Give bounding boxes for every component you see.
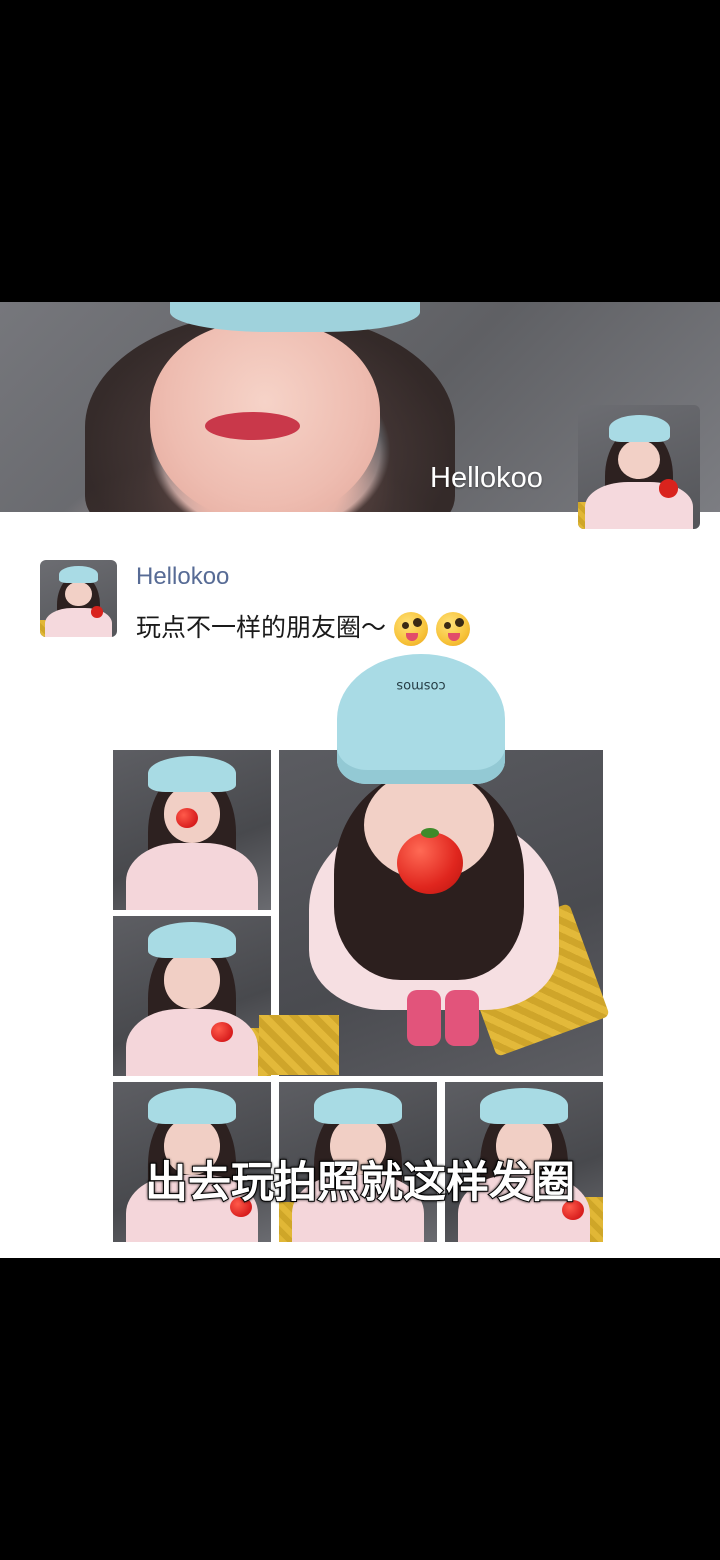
video-caption: 出去玩拍照就这样发圈	[144, 1157, 576, 1209]
shoe-icon	[407, 990, 441, 1046]
grid-photo-4[interactable]	[113, 916, 271, 1076]
tomato-icon	[397, 828, 463, 894]
featured-photo-cap	[337, 654, 505, 784]
cover-lips	[205, 412, 300, 440]
zany-face-emoji-icon	[436, 612, 471, 646]
post-author-name[interactable]: Hellokoo	[136, 563, 229, 591]
cover-owner-name: Hellokoo	[430, 462, 543, 494]
owner-avatar-image	[578, 405, 700, 529]
post-author-avatar-image	[40, 560, 117, 637]
owner-avatar[interactable]	[578, 405, 700, 529]
cover-cap	[170, 302, 420, 332]
post-text-content: 玩点不一样的朋友圈～	[136, 613, 387, 642]
grid-photo-1[interactable]	[113, 750, 271, 910]
post-author-avatar[interactable]	[40, 560, 117, 637]
zany-face-emoji-icon	[394, 612, 429, 646]
featured-photo-curb	[259, 1015, 339, 1075]
grid-photo-featured[interactable]: cosmos	[259, 654, 610, 1076]
cap-print: cosmos	[396, 678, 446, 693]
post-text: 玩点不一样的朋友圈～	[136, 608, 471, 646]
shoe-icon	[445, 990, 479, 1046]
